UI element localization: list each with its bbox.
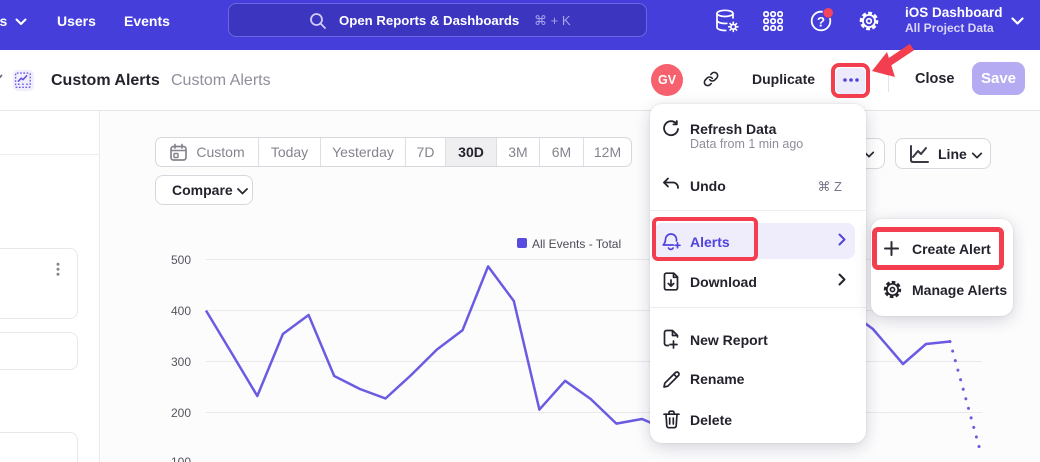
- svg-text:300: 300: [171, 355, 191, 369]
- svg-text:100: 100: [171, 455, 191, 462]
- svg-text:500: 500: [171, 253, 191, 267]
- svg-text:200: 200: [171, 406, 191, 420]
- svg-text:?: ?: [817, 15, 825, 30]
- svg-text:400: 400: [171, 304, 191, 318]
